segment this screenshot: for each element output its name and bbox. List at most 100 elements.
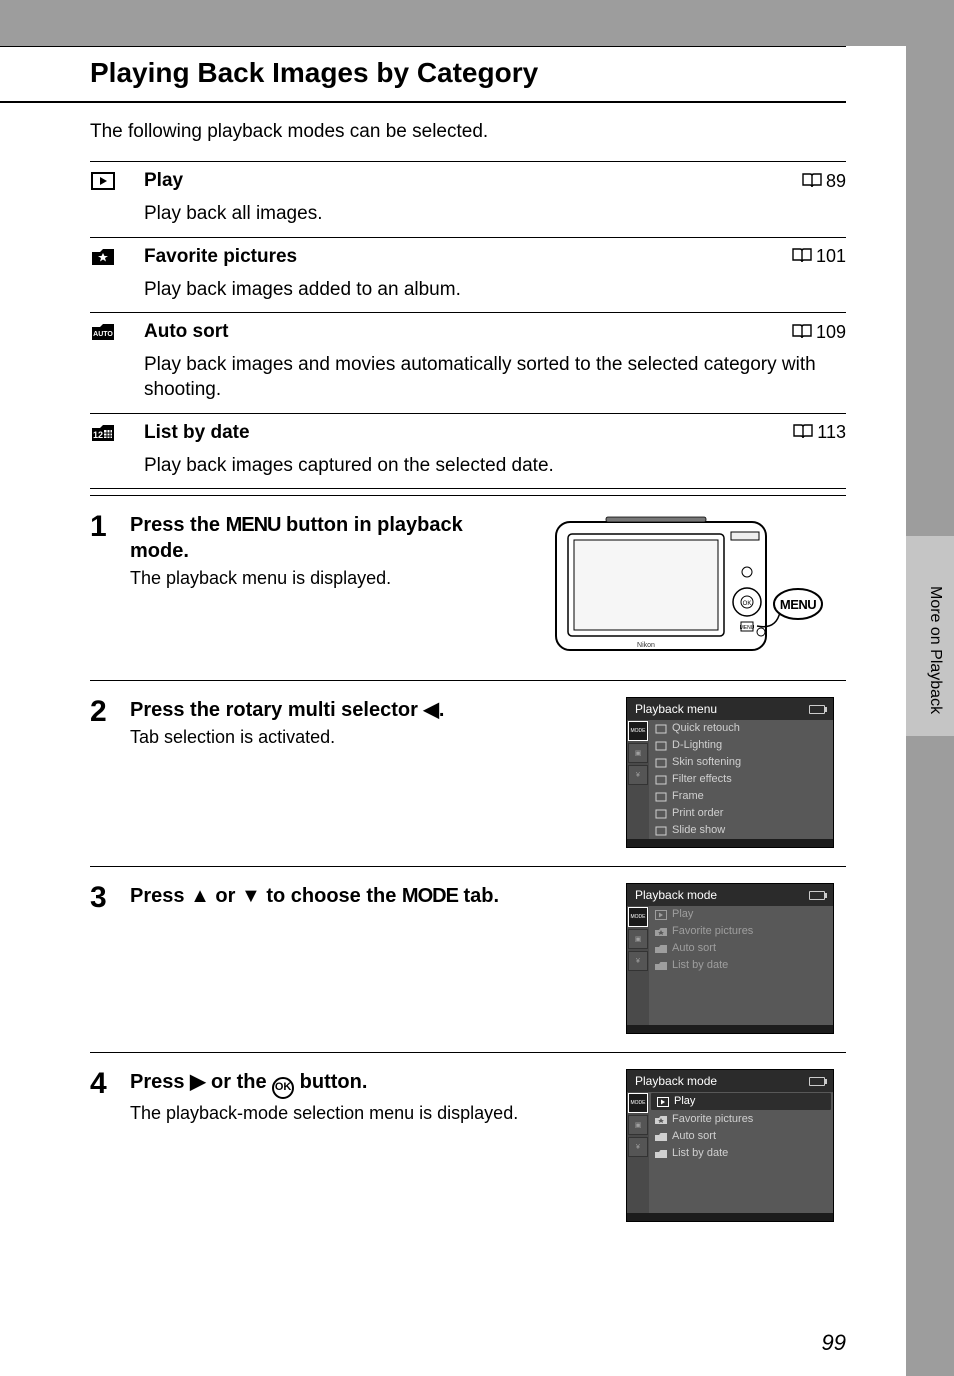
lcd-menu-item: Play	[651, 1093, 831, 1110]
lcd-item-icon	[655, 1149, 667, 1159]
arrow-icon: ◀	[423, 699, 438, 721]
lcd-item-icon	[655, 826, 667, 836]
auto-icon: AUTO	[90, 319, 144, 345]
mode-page-ref: 101	[792, 246, 846, 267]
lcd-item-text: Slide show	[672, 825, 725, 836]
lcd-item-icon	[655, 741, 667, 751]
lcd-item-text: List by date	[672, 1148, 728, 1159]
mode-description: Play back images and movies automaticall…	[90, 351, 846, 412]
mode-header: Play 89	[90, 161, 846, 200]
lcd-tab-strip: MODE▣¥	[627, 720, 649, 839]
battery-icon	[809, 891, 825, 900]
lcd-item-text: Auto sort	[672, 943, 716, 954]
lcd-menu-item: Filter effects	[649, 771, 833, 788]
lcd-item-icon	[657, 1097, 669, 1107]
step-figure: OK MENU Nikon MENU	[546, 512, 846, 662]
lcd-item-icon	[655, 775, 667, 785]
lcd-empty-row	[649, 1008, 833, 1025]
lcd-tab: ¥	[628, 765, 648, 785]
step: 3 Press ▲ or ▼ to choose the MODE tab. P…	[90, 866, 846, 1052]
lcd-title-bar: Playback mode	[627, 884, 833, 906]
step: 1 Press the MENU button in playback mode…	[90, 495, 846, 680]
lcd-empty-row	[649, 1196, 833, 1213]
lcd-empty-row	[649, 991, 833, 1008]
lcd-tab: ▣	[628, 929, 648, 949]
lcd-title-text: Playback mode	[635, 889, 717, 901]
lcd-menu-item: List by date	[649, 957, 833, 974]
lcd-empty-row	[649, 1179, 833, 1196]
play-icon	[90, 168, 144, 194]
lcd-menu-item: Print order	[649, 805, 833, 822]
lcd-title-text: Playback mode	[635, 1075, 717, 1087]
lcd-menu-item: Frame	[649, 788, 833, 805]
battery-icon	[809, 1077, 825, 1086]
step-title: Press the rotary multi selector ◀.	[130, 697, 606, 723]
lcd-menu-item: D-Lighting	[649, 737, 833, 754]
lcd-item-icon	[655, 809, 667, 819]
mode-name: Play	[144, 170, 802, 192]
lcd-title-bar: Playback menu	[627, 698, 833, 720]
step-number: 3	[90, 883, 130, 913]
step-subtitle: The playback menu is displayed.	[130, 568, 526, 589]
lcd-tab: MODE	[628, 721, 648, 741]
mode-name: Favorite pictures	[144, 246, 792, 268]
step-subtitle: Tab selection is activated.	[130, 727, 606, 748]
mode-page-ref: 89	[802, 171, 846, 192]
lcd-item-icon	[655, 1132, 667, 1142]
lcd-tab-strip: MODE▣¥	[627, 1092, 649, 1213]
lcd-item-text: Auto sort	[672, 1131, 716, 1142]
lcd-title-text: Playback menu	[635, 703, 717, 715]
svg-text:AUTO: AUTO	[93, 331, 113, 338]
lcd-tab: ¥	[628, 951, 648, 971]
lcd-tab: MODE	[628, 907, 648, 927]
lcd-menu-item: Favorite pictures	[649, 1111, 833, 1128]
lcd-item-icon	[655, 910, 667, 920]
book-icon	[792, 322, 812, 343]
lcd-item-text: Play	[674, 1096, 695, 1107]
lcd-tab: ¥	[628, 1137, 648, 1157]
intro-text: The following playback modes can be sele…	[90, 121, 846, 143]
date-icon: 12	[90, 420, 144, 446]
arrow-icon: ▶	[190, 1071, 205, 1093]
mode-header: 12 List by date 113	[90, 413, 846, 452]
lcd-tab: ▣	[628, 743, 648, 763]
step-number: 2	[90, 697, 130, 727]
lcd-item-text: Print order	[672, 808, 723, 819]
book-icon	[793, 422, 813, 443]
lcd-screen: Playback mode MODE▣¥ Play Favorite pictur…	[626, 883, 834, 1034]
lcd-item-icon	[655, 961, 667, 971]
lcd-menu-item: Quick retouch	[649, 720, 833, 737]
lcd-footer	[627, 1213, 833, 1221]
mode-header: AUTO Auto sort 109	[90, 312, 846, 351]
book-icon	[792, 246, 812, 267]
svg-text:OK: OK	[743, 601, 752, 607]
star-folder-icon	[90, 244, 144, 270]
lcd-item-icon	[655, 724, 667, 734]
mode-glyph: MODE	[402, 885, 458, 907]
lcd-item-icon	[655, 944, 667, 954]
mode-name: Auto sort	[144, 321, 792, 343]
lcd-item-text: Skin softening	[672, 757, 741, 768]
step-figure: Playback mode MODE▣¥ Play Favorite pictur…	[626, 883, 846, 1034]
side-label: More on Playback	[926, 586, 944, 714]
page-number: 99	[822, 1330, 846, 1356]
step-number: 1	[90, 512, 130, 542]
lcd-menu-item: Auto sort	[649, 1128, 833, 1145]
svg-text:MENU: MENU	[740, 625, 755, 631]
lcd-item-text: Play	[672, 909, 693, 920]
lcd-item-list: Play Favorite pictures Auto sort List by da…	[649, 906, 833, 1025]
lcd-footer	[627, 839, 833, 847]
step-subtitle: The playback-mode selection menu is disp…	[130, 1103, 606, 1124]
lcd-empty-row	[649, 974, 833, 991]
mode-table: Play 89 Play back all images. Favorite p…	[90, 161, 846, 489]
lcd-menu-item: Favorite pictures	[649, 923, 833, 940]
step-title: Press ▲ or ▼ to choose the MODE tab.	[130, 883, 606, 909]
mode-description: Play back images captured on the selecte…	[90, 452, 846, 489]
lcd-item-text: D-Lighting	[672, 740, 722, 751]
ok-button-glyph: OK	[272, 1077, 294, 1099]
step-figure: Playback menu MODE▣¥ Quick retouch D-Ligh…	[626, 697, 846, 848]
lcd-item-list: Play Favorite pictures Auto sort List by da…	[649, 1092, 833, 1213]
mode-description: Play back images added to an album.	[90, 276, 846, 313]
step-title: Press ▶ or the OK button.	[130, 1069, 606, 1099]
lcd-item-text: Favorite pictures	[672, 926, 753, 937]
